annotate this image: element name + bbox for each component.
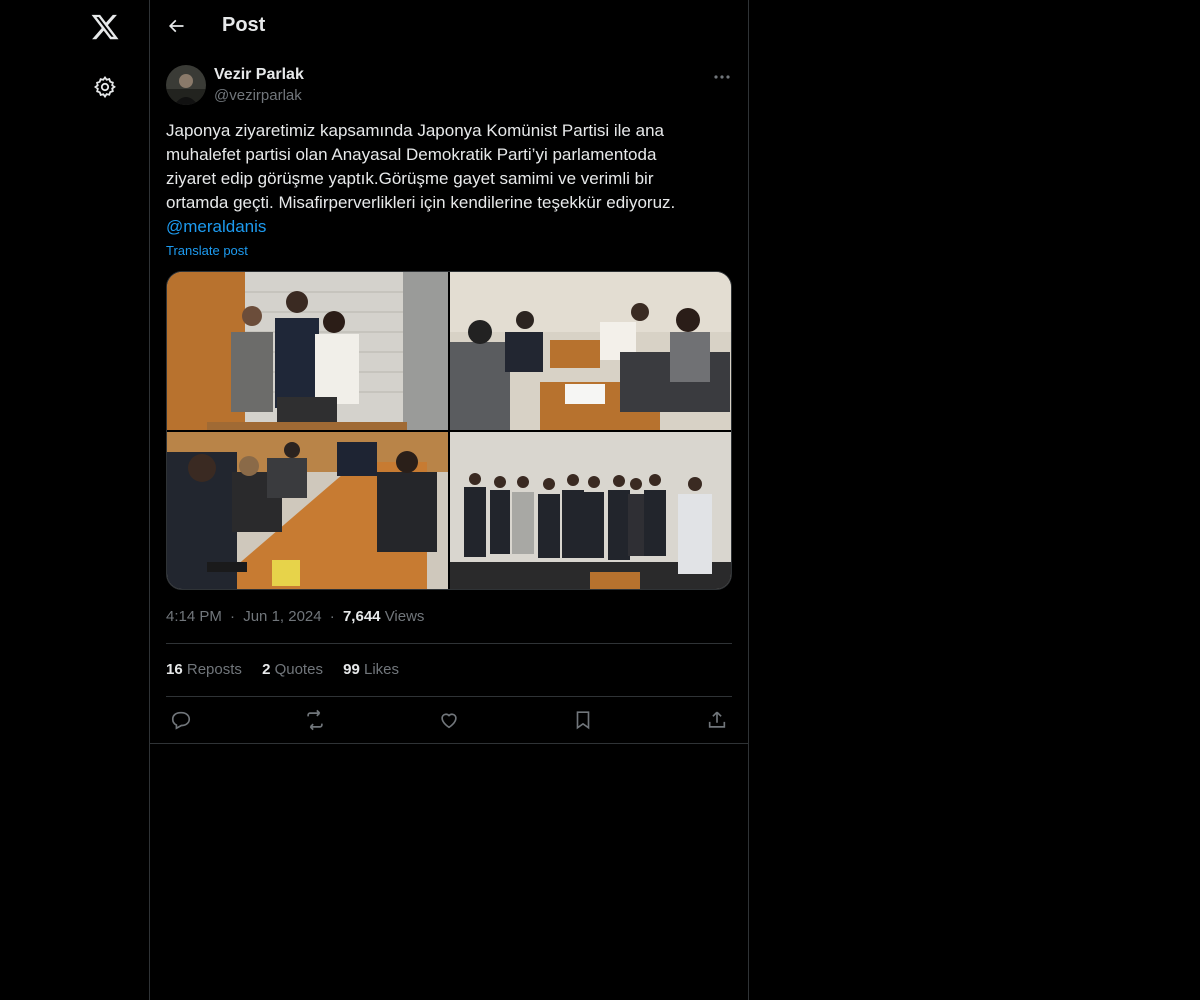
likes-label: Likes [363, 661, 400, 678]
post-date[interactable]: Jun 1, 2024 [243, 608, 321, 625]
mention-link[interactable]: @meraldanis [166, 215, 732, 239]
translate-post-link[interactable]: Translate post [166, 243, 248, 258]
likes-count: 99 [343, 661, 360, 678]
divider [150, 743, 748, 744]
reply-icon[interactable] [170, 709, 192, 731]
author-name[interactable]: Vezir Parlak [214, 66, 304, 84]
post-time[interactable]: 4:14 PM [166, 608, 222, 625]
quotes-label: Quotes [274, 661, 323, 678]
views-count: 7,644 [342, 608, 381, 625]
photo-2[interactable] [450, 272, 731, 430]
reposts-label: Reposts [186, 661, 242, 678]
more-options-icon[interactable] [712, 67, 732, 87]
reposts-stat[interactable]: 16 Reposts [166, 661, 242, 678]
post-text-line: Japonya ziyaretimiz kapsamında Japonya K… [166, 121, 664, 140]
repost-icon[interactable] [304, 709, 326, 731]
x-logo-icon[interactable] [90, 12, 120, 42]
post-text-line: ortamda geçti. Misafirperverlikleri için… [166, 193, 676, 212]
media-grid [166, 271, 732, 590]
page-header: Post [150, 0, 748, 53]
post-stats: 16 Reposts 2 Quotes 99 Likes [166, 661, 415, 678]
author-handle[interactable]: @vezirparlak [214, 87, 302, 104]
meta-separator: · [230, 608, 236, 625]
likes-stat[interactable]: 99 Likes [343, 661, 399, 678]
post-meta: 4:14 PM · Jun 1, 2024 · 7,644 Views [166, 608, 424, 625]
quotes-count: 2 [262, 661, 271, 678]
views-label: Views [384, 608, 425, 625]
like-heart-icon[interactable] [438, 709, 460, 731]
left-nav [0, 0, 149, 1000]
back-arrow-icon[interactable] [166, 16, 186, 36]
share-icon[interactable] [706, 709, 728, 731]
post-actions [166, 709, 732, 733]
meta-separator: · [329, 608, 335, 625]
divider [166, 696, 732, 697]
avatar[interactable] [166, 65, 206, 105]
gear-icon[interactable] [93, 75, 117, 99]
reposts-count: 16 [166, 661, 183, 678]
post-author: Vezir Parlak @vezirparlak [166, 65, 732, 107]
quotes-stat[interactable]: 2 Quotes [262, 661, 323, 678]
post-text-line: muhalefet partisi olan Anayasal Demokrat… [166, 145, 657, 164]
divider [166, 643, 732, 644]
bookmark-icon[interactable] [572, 709, 594, 731]
photo-1[interactable] [167, 272, 448, 430]
post-text: Japonya ziyaretimiz kapsamında Japonya K… [166, 119, 732, 239]
page-title: Post [222, 14, 266, 36]
main-column: Post Vezir Parlak @vezirparlak Japonya z… [149, 0, 749, 1000]
photo-3[interactable] [167, 432, 448, 589]
post-text-line: ziyaret edip görüşme yaptık.Görüşme gaye… [166, 169, 654, 188]
photo-4[interactable] [450, 432, 731, 589]
